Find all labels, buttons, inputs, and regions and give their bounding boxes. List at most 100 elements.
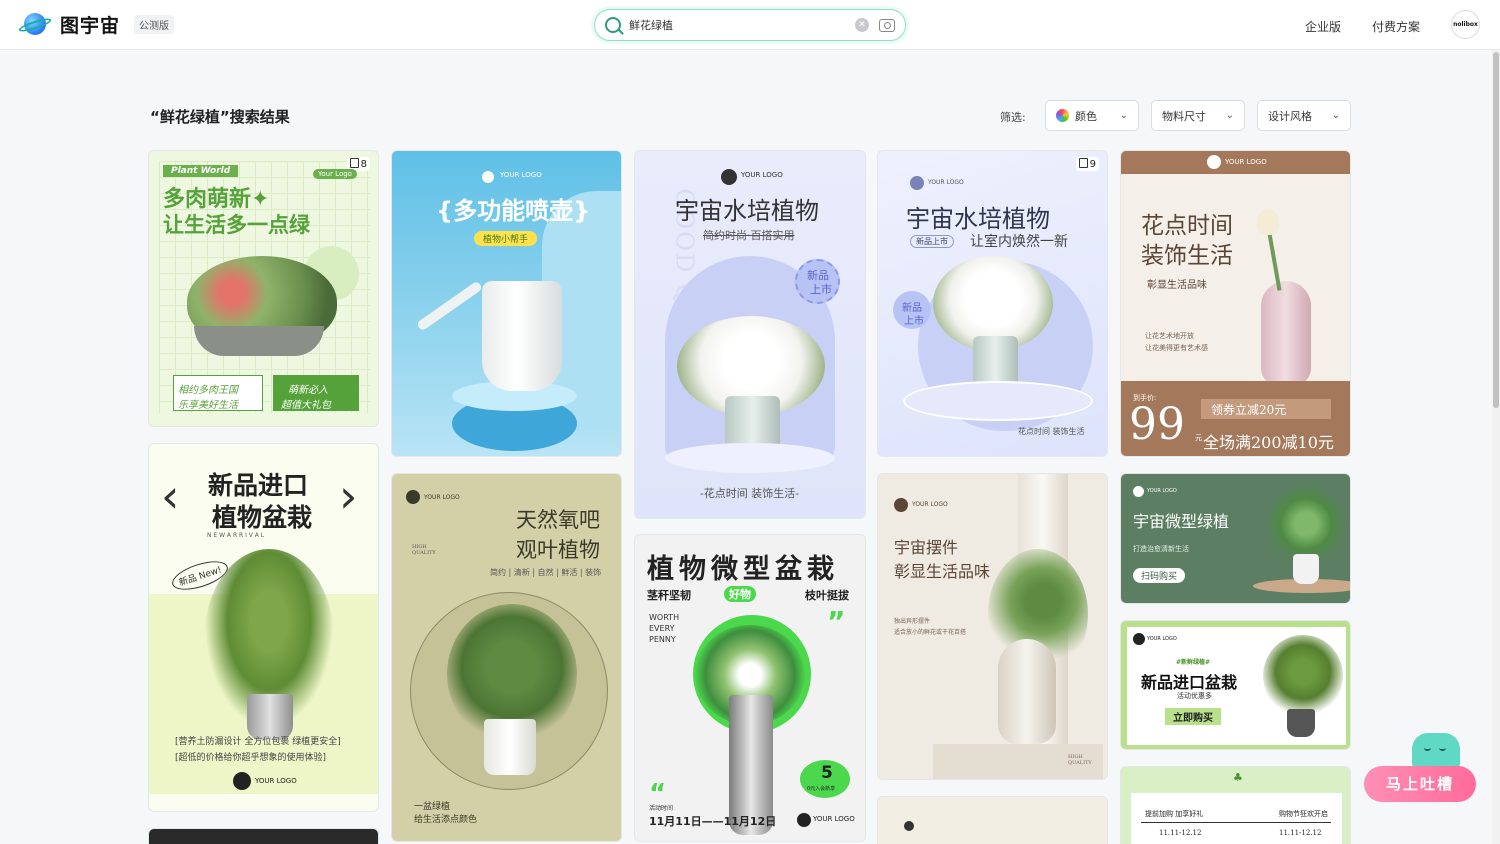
card-badge: 植物小帮手 bbox=[474, 231, 538, 246]
en-2: EVERY bbox=[649, 624, 675, 633]
logo-icon bbox=[910, 176, 924, 190]
timeline-line bbox=[1141, 822, 1331, 823]
logo-icon bbox=[482, 171, 494, 183]
logo-icon bbox=[406, 490, 420, 504]
template-card-timeline[interactable]: ♣ 提前加购 加享好礼 购物节狂欢开启 11.11-12.12 11.11-12… bbox=[1120, 766, 1351, 844]
card-title: {多功能喷壶} bbox=[436, 197, 591, 225]
desc-2: 让花美得更有艺术感 bbox=[1145, 344, 1208, 352]
card-tag: 新品上市 bbox=[910, 235, 954, 248]
quote-icon: ” bbox=[827, 605, 846, 638]
tulip-flower bbox=[1257, 209, 1279, 235]
feature-mid: 好物 bbox=[724, 586, 756, 602]
pot-image bbox=[1293, 554, 1319, 584]
card-tag: Plant World bbox=[163, 165, 239, 177]
brand-name: 图宇宙 bbox=[60, 14, 121, 37]
user-avatar[interactable]: nolibox bbox=[1451, 10, 1480, 39]
card-logo: YOUR LOGO bbox=[424, 494, 460, 501]
search-bar: ✕ bbox=[594, 9, 906, 41]
logo-icon bbox=[894, 498, 908, 512]
card-logo: YOUR LOGO bbox=[928, 179, 964, 186]
card-title: 新品进口盆栽 bbox=[1141, 673, 1238, 692]
info-right-2: 超值大礼包 bbox=[281, 400, 331, 411]
price-value: 5 bbox=[821, 763, 833, 783]
logo-icon bbox=[904, 821, 914, 831]
template-card-imported-bonsai[interactable]: YOUR LOGO #新鲜绿植# 新品进口盆栽 活动优惠多 立即购买 bbox=[1120, 620, 1351, 750]
chevron-down-icon: ⌄ bbox=[1119, 110, 1128, 121]
feature-left: 茎秆坚韧 bbox=[647, 589, 691, 602]
template-card-partial[interactable] bbox=[877, 796, 1108, 844]
filter-color-label: 颜色 bbox=[1075, 109, 1097, 123]
logo-icon bbox=[233, 772, 251, 790]
template-card-ornament[interactable]: YOUR LOGO 宇宙摆件 彰显生活品味 独出异形摆件 适合放小的鲜花或干花百… bbox=[877, 473, 1108, 780]
template-card-succulent[interactable]: 8 Plant World Your Logo 多肉萌新✦ 让生活多一点绿 相约… bbox=[148, 150, 379, 427]
card-subtitle: 装饰生活 bbox=[1141, 243, 1233, 269]
card-logo: Your Logo bbox=[313, 169, 357, 179]
footer-1: 一盆绿植 bbox=[414, 802, 451, 812]
filter-color[interactable]: 颜色 ⌄ bbox=[1045, 100, 1139, 131]
template-card-watering-can[interactable]: YOUR LOGO {多功能喷壶} 植物小帮手 bbox=[391, 150, 622, 457]
page-scrollbar[interactable] bbox=[1492, 50, 1500, 844]
vase-image bbox=[1261, 281, 1311, 386]
feedback-button[interactable]: 马上吐槽 bbox=[1364, 766, 1476, 802]
logo-icon bbox=[721, 169, 737, 185]
site-logo[interactable]: 图宇宙 公测版 bbox=[17, 10, 175, 38]
color-wheel-icon bbox=[1056, 109, 1069, 122]
left-bracket-icon: ‹ bbox=[161, 469, 180, 523]
search-input[interactable] bbox=[629, 18, 855, 32]
camera-search-icon[interactable] bbox=[879, 18, 895, 32]
template-card-hydroponic[interactable]: GOOD QUALITY YOUR LOGO 宇宙水培植物 简约时尚·百搭实用 … bbox=[634, 150, 866, 519]
template-card-partial-dark[interactable] bbox=[148, 828, 379, 844]
template-card-micro-bonsai[interactable]: 植物微型盆栽 茎秆坚韧 好物 枝叶挺拔 WORTH EVERY PENNY ” … bbox=[634, 534, 866, 842]
price-value: 99 bbox=[1129, 399, 1185, 450]
buy-now-button: 立即购买 bbox=[1165, 708, 1221, 725]
timeline-left: 提前加购 加享好礼 bbox=[1145, 810, 1204, 818]
info-left-2: 乐享美好生活 bbox=[178, 400, 238, 411]
timeline-date-1: 11.11-12.12 bbox=[1159, 829, 1202, 837]
card-title: 宇宙水培植物 bbox=[906, 205, 1050, 233]
plinth bbox=[665, 443, 835, 473]
card-footer: 花点时间 装饰生活 bbox=[1018, 427, 1085, 436]
plant-icon: ♣ bbox=[1233, 771, 1243, 784]
desc-2: 适合放小的鲜花或干花百搭 bbox=[894, 629, 967, 636]
en-1: WORTH bbox=[649, 613, 680, 622]
card-title: 植物微型盆栽 bbox=[647, 554, 839, 585]
palm-image bbox=[1263, 635, 1343, 717]
filter-style[interactable]: 设计风格 ⌄ bbox=[1257, 100, 1351, 131]
nav-pricing[interactable]: 付费方案 bbox=[1372, 18, 1420, 35]
info-left-1: 相约多肉王国 bbox=[178, 385, 238, 396]
template-card-new-arrival[interactable]: ‹ › 新品进口 植物盆栽 N E W A R R I V A L 新品 New… bbox=[148, 443, 379, 812]
card-tag: 彰显生活品味 bbox=[1147, 280, 1207, 291]
card-title: 宇宙微型绿植 bbox=[1133, 512, 1230, 531]
badge-line-2: 上市 bbox=[810, 283, 832, 296]
card-logo: YOUR LOGO bbox=[1147, 636, 1177, 642]
card-subtitle: 观叶植物 bbox=[516, 538, 600, 562]
date-label: 活动时间 bbox=[649, 805, 674, 812]
card-title: 新品进口 bbox=[208, 471, 309, 500]
card-subtitle: 让生活多一点绿 bbox=[163, 213, 310, 237]
nav-enterprise[interactable]: 企业版 bbox=[1305, 18, 1341, 35]
card-subtitle: 活动优惠多 bbox=[1177, 692, 1212, 700]
watering-can-image bbox=[482, 281, 562, 391]
pot-image bbox=[484, 719, 536, 775]
logo-icon bbox=[797, 813, 811, 827]
filter-size[interactable]: 物料尺寸 ⌄ bbox=[1151, 100, 1245, 131]
card-title: 宇宙摆件 bbox=[894, 538, 959, 557]
promo-text: 全场满200减10元 bbox=[1203, 433, 1334, 452]
logo-icon bbox=[1133, 486, 1144, 497]
tag-line: 简约 | 清新 | 自然 | 鲜活 | 装饰 bbox=[490, 568, 602, 577]
scan-buy-button: 扫码购买 bbox=[1133, 568, 1186, 583]
price-note: 0元入会新享 bbox=[807, 786, 836, 792]
clear-search-icon[interactable]: ✕ bbox=[855, 18, 869, 32]
template-card-micro-green[interactable]: YOUR LOGO 宇宙微型绿植 打造治愈清新生活 扫码购买 bbox=[1120, 473, 1351, 604]
filter-size-label: 物料尺寸 bbox=[1162, 109, 1206, 123]
en-subtitle: N E W A R R I V A L bbox=[207, 532, 265, 539]
template-card-foliage[interactable]: YOUR LOGO 天然氧吧 观叶植物 HIGH QUALITY 简约 | 清新… bbox=[391, 473, 622, 842]
card-logo: YOUR LOGO bbox=[741, 171, 783, 179]
card-logo: YOUR LOGO bbox=[1225, 158, 1267, 166]
template-card-vase-sale[interactable]: YOUR LOGO 花点时间 装饰生活 彰显生活品味 让花艺术地开放 让花美得更… bbox=[1120, 150, 1351, 457]
price-unit: 元 bbox=[1195, 434, 1202, 442]
template-card-hydroponic-2[interactable]: 9 YOUR LOGO 宇宙水培植物 新品上市 让室内焕然一新 新品 上市 花点… bbox=[877, 150, 1108, 457]
right-bracket-icon: › bbox=[339, 469, 358, 523]
filter-style-label: 设计风格 bbox=[1268, 109, 1312, 123]
scrollbar-thumb[interactable] bbox=[1493, 52, 1499, 408]
